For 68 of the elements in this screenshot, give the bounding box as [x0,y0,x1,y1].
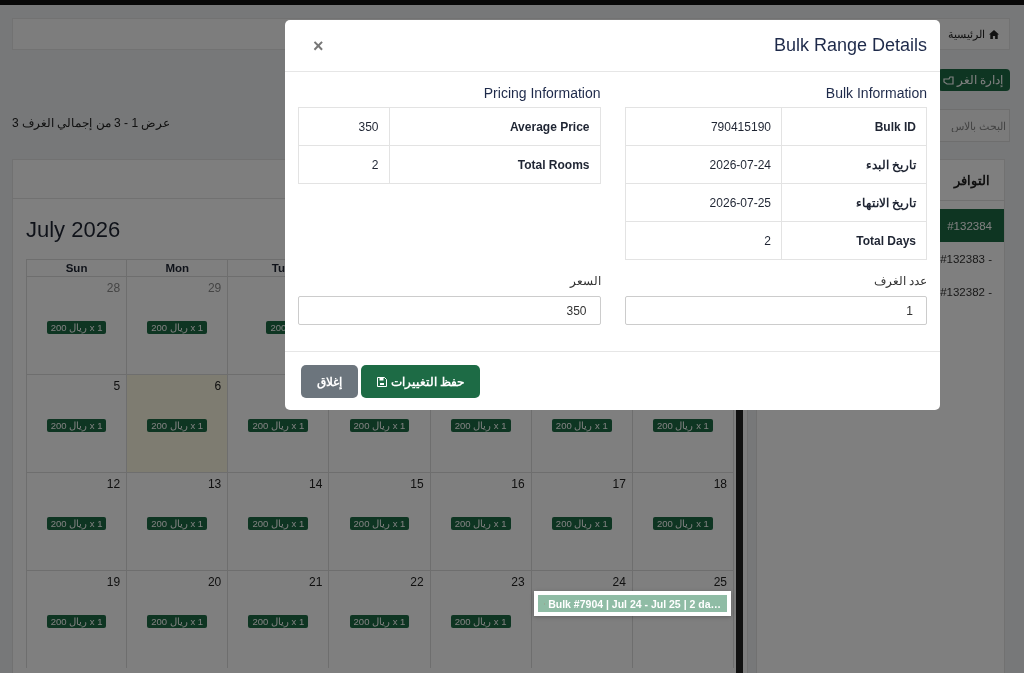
field-label: السعر [568,274,601,289]
price-badge: 1 x ريال 200 [653,517,713,530]
price-badge: 1 x ريال 200 [349,419,410,432]
price-badge: 1 x ريال 200 [147,517,208,530]
table-cell: 2026-07-24 [625,145,782,184]
price-badge: 1 x ريال 200 [46,321,107,334]
price-badge: 1 x ريال 200 [551,517,612,530]
price-badge: 1 x ريال 200 [551,419,612,432]
price-badge: 1 x ريال 200 [248,517,309,530]
results-summary: عرض 1 - 3 من إجمالي الغرف 3 [12,116,171,130]
day-number: 29 [206,280,223,297]
price-badge: 1 x ريال 200 [147,321,208,334]
price-badge: 1 x ريال 200 [450,517,511,530]
day-number: 28 [105,280,122,297]
home-icon [989,29,999,39]
price-badge: 1 x ريال 200 [248,419,309,432]
manage-rooms-button[interactable]: إدارة الغر [938,69,1010,91]
day-number: 6 [213,378,223,395]
price-badge: 1 x ريال 200 [349,517,410,530]
day-number: 24 [611,574,627,591]
price-badge: 1 x ريال 200 [450,615,511,628]
day-number: 12 [105,476,122,493]
month-title: July 2026 [26,217,122,243]
table-cell: 2 [298,145,389,184]
day-number: 17 [611,476,627,493]
price-badge: 1 x ريال 200 [349,615,410,628]
hand-pointer-icon [943,75,954,85]
day-number: 5 [112,378,122,395]
day-number: 18 [712,476,728,493]
day-number: 21 [308,574,324,591]
table-cell: 2 [625,221,782,260]
price-badge: 1 x ريال 200 [147,419,208,432]
close-button[interactable]: × [313,29,324,62]
price-badge: 1 x ريال 200 [46,615,107,628]
table-cell: Total Days [781,221,927,260]
price-badge: 1 x ريال 200 [46,419,107,432]
day-number: 14 [308,476,324,493]
section-heading: Bulk Information [824,86,927,100]
table-cell: 350 [298,107,389,146]
day-number: 23 [510,574,526,591]
day-number: 25 [712,574,728,591]
table-cell: 2026-07-25 [625,183,782,222]
close-button[interactable]: إغلاق [301,365,358,398]
day-number: 15 [409,476,425,493]
table-cell: تاريخ الانتهاء [781,183,927,222]
day-number: 13 [206,476,223,493]
table-cell: Total Rooms [389,145,600,184]
field-label: عدد الغرف [872,274,927,289]
price-badge: 1 x ريال 200 [450,419,511,432]
table-cell: Bulk ID [781,107,927,146]
input-field[interactable]: 350 [298,296,601,325]
price-badge: 1 x ريال 200 [653,419,713,432]
day-number: 19 [105,574,122,591]
dialog-title: Bulk Range Details [773,35,927,56]
price-badge: 1 x ريال 200 [248,615,309,628]
day-number: 16 [510,476,526,493]
price-badge: 1 x ريال 200 [147,615,208,628]
save-button[interactable]: حفظ التغييرات [361,365,481,398]
table-cell: Average Price [389,107,600,146]
section-heading: Pricing Information [482,86,601,100]
input-field[interactable]: 1 [624,296,927,325]
breadcrumb-link[interactable]: الرئيسية [948,27,985,41]
table-cell: 790415190 [625,107,782,146]
table-cell: تاريخ البدء [781,145,927,184]
column-header: التوافر [954,172,990,188]
day-number: 22 [409,574,425,591]
day-number: 20 [206,574,223,591]
price-badge: 1 x ريال 200 [46,517,107,530]
